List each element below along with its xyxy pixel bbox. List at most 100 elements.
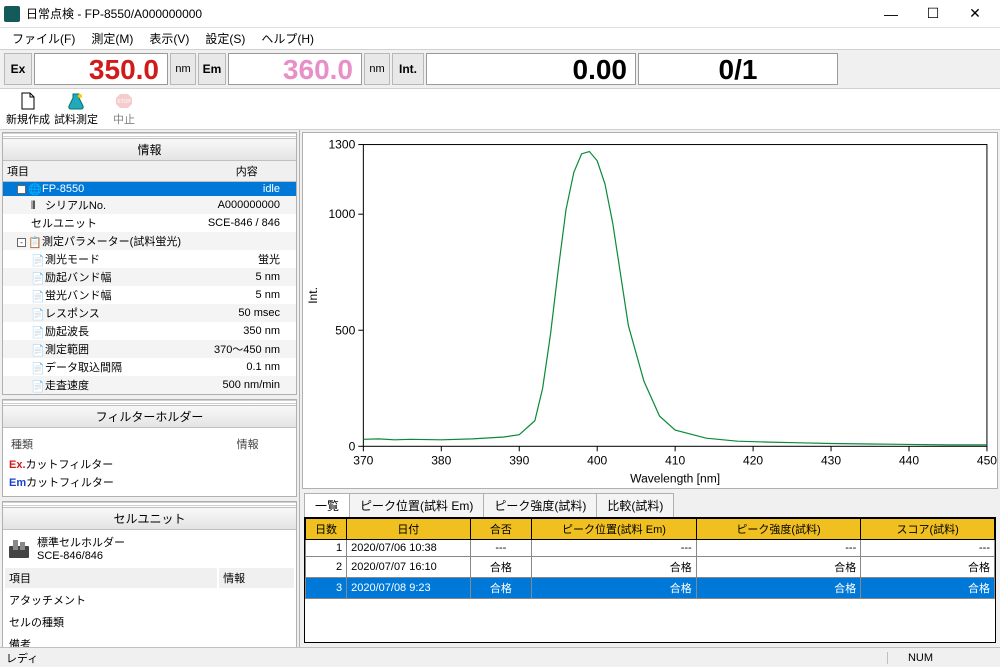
info-row[interactable]: 📄データ取込間隔0.1 nm (3, 358, 296, 376)
maximize-button[interactable]: ☐ (912, 2, 954, 26)
cell-prop-row[interactable]: セルの種類 (5, 612, 294, 632)
filter-col2: 情報 (235, 434, 290, 454)
em-label: Em (198, 53, 226, 85)
info-col2: 内容 (198, 161, 297, 182)
spectrum-chart: 370380390400410420430440450050010001300W… (303, 133, 997, 488)
menu-file[interactable]: ファイル(F) (4, 28, 83, 49)
measure-button[interactable]: 試料測定 (52, 91, 100, 127)
grid-row[interactable]: 12020/07/06 10:38------------ (306, 540, 995, 557)
info-row[interactable]: 📄蛍光バンド幅5 nm (3, 286, 296, 304)
svg-text:400: 400 (587, 453, 607, 467)
cell-model: SCE-846/846 (37, 550, 125, 562)
info-row[interactable]: 📄励起波長350 nm (3, 322, 296, 340)
window-title: 日常点検 - FP-8550/A000000000 (26, 5, 870, 22)
cell-title: セルユニット (3, 508, 296, 530)
svg-text:0: 0 (349, 439, 356, 453)
stop-button: STOP 中止 (100, 91, 148, 127)
grid-header[interactable]: ピーク位置(試料 Em) (532, 519, 697, 540)
svg-text:1000: 1000 (328, 207, 355, 221)
svg-text:380: 380 (431, 453, 451, 467)
cell-name: 標準セルホルダー (37, 534, 125, 550)
em-value: 360.0 (228, 53, 362, 85)
menu-measure[interactable]: 測定(M) (83, 28, 141, 49)
result-grid[interactable]: 日数日付合否ピーク位置(試料 Em)ピーク強度(試料)スコア(試料) 12020… (304, 517, 996, 643)
info-row[interactable]: 📄測光モード蛍光 (3, 250, 296, 268)
filter-ex-row[interactable]: Ex.Ex.カットフィルターカットフィルター (9, 456, 233, 472)
filter-title: フィルターホルダー (3, 406, 296, 428)
info-panel: 情報 項目 内容 -🌐FP-8550idle⫴シリアルNo.A000000000… (2, 132, 297, 395)
tab-list[interactable]: 一覧 (304, 493, 350, 517)
menu-settings[interactable]: 設定(S) (197, 28, 253, 49)
statusbar: レディ NUM (0, 647, 1000, 667)
grid-header[interactable]: 日数 (306, 519, 347, 540)
svg-text:450: 450 (977, 453, 997, 467)
svg-text:Wavelength [nm]: Wavelength [nm] (630, 471, 720, 485)
int-value: 0.00 (426, 53, 636, 85)
toolbar: 新規作成 試料測定 STOP 中止 (0, 88, 1000, 130)
svg-text:420: 420 (743, 453, 763, 467)
info-row[interactable]: 📄励起バンド幅5 nm (3, 268, 296, 286)
new-button[interactable]: 新規作成 (4, 91, 52, 127)
filter-em-row[interactable]: Emカットフィルター (9, 474, 233, 490)
new-label: 新規作成 (6, 111, 50, 127)
filter-col1: 種類 (9, 434, 233, 454)
ex-unit: nm (170, 53, 196, 85)
stop-label: 中止 (113, 111, 135, 127)
tab-compare[interactable]: 比較(試料) (596, 493, 674, 517)
document-icon (19, 92, 37, 110)
svg-text:Int.: Int. (306, 287, 320, 304)
right-column: 370380390400410420430440450050010001300W… (300, 130, 1000, 647)
info-table: 項目 内容 -🌐FP-8550idle⫴シリアルNo.A000000000セルユ… (3, 161, 296, 394)
svg-text:STOP: STOP (117, 99, 131, 105)
tab-peak-pos[interactable]: ピーク位置(試料 Em) (349, 493, 484, 517)
measure-label: 試料測定 (54, 111, 98, 127)
ex-label: Ex (4, 53, 32, 85)
titlebar: 日常点検 - FP-8550/A000000000 — ☐ ✕ (0, 0, 1000, 28)
chart-area[interactable]: 370380390400410420430440450050010001300W… (302, 132, 998, 489)
info-row[interactable]: セルユニットSCE-846 / 846 (3, 214, 296, 232)
menu-help[interactable]: ヘルプ(H) (253, 28, 322, 49)
int-label: Int. (392, 53, 424, 85)
cell-prop-row[interactable]: 備考 (5, 634, 294, 647)
flask-icon (67, 92, 85, 110)
cell-holder-icon (7, 536, 31, 560)
grid-header[interactable]: スコア(試料) (861, 519, 995, 540)
info-title: 情報 (3, 139, 296, 161)
em-unit: nm (364, 53, 390, 85)
cell-col2: 情報 (219, 568, 294, 588)
grid-header[interactable]: ピーク強度(試料) (696, 519, 861, 540)
menu-view[interactable]: 表示(V) (141, 28, 197, 49)
info-row[interactable]: -🌐FP-8550idle (3, 182, 296, 197)
filter-panel: フィルターホルダー 種類 情報 Ex.Ex.カットフィルターカットフィルター E… (2, 399, 297, 497)
info-row[interactable]: 📄レスポンス50 msec (3, 304, 296, 322)
info-row[interactable]: 📄測定範囲370～450 nm (3, 340, 296, 358)
cell-prop-row[interactable]: アタッチメント (5, 590, 294, 610)
status-num: NUM (887, 652, 953, 664)
readout-bar: Ex 350.0 nm Em 360.0 nm Int. 0.00 0/1 (0, 50, 1000, 88)
menubar: ファイル(F) 測定(M) 表示(V) 設定(S) ヘルプ(H) (0, 28, 1000, 50)
info-row[interactable]: 📄走査速度500 nm/min (3, 376, 296, 394)
cell-col1: 項目 (5, 568, 217, 588)
grid-header[interactable]: 日付 (347, 519, 470, 540)
tab-peak-int[interactable]: ピーク強度(試料) (483, 493, 597, 517)
info-row[interactable]: ⫴シリアルNo.A000000000 (3, 196, 296, 214)
svg-text:390: 390 (509, 453, 529, 467)
app-icon (4, 6, 20, 22)
info-row[interactable]: -📋測定パラメーター(試料蛍光) (3, 232, 296, 250)
grid-header[interactable]: 合否 (470, 519, 532, 540)
svg-text:410: 410 (665, 453, 685, 467)
svg-text:1300: 1300 (328, 138, 355, 152)
left-column: 情報 項目 内容 -🌐FP-8550idle⫴シリアルNo.A000000000… (0, 130, 300, 647)
close-button[interactable]: ✕ (954, 2, 996, 26)
grid-row[interactable]: 32020/07/08 9:23合格合格合格合格 (306, 578, 995, 599)
svg-text:370: 370 (353, 453, 373, 467)
minimize-button[interactable]: — (870, 2, 912, 26)
svg-text:500: 500 (335, 323, 355, 337)
status-ready: レディ (6, 650, 38, 666)
ex-value: 350.0 (34, 53, 168, 85)
result-tabs: 一覧 ピーク位置(試料 Em) ピーク強度(試料) 比較(試料) (300, 491, 1000, 517)
cell-props-table: 項目 情報 アタッチメントセルの種類備考 (3, 566, 296, 647)
grid-row[interactable]: 22020/07/07 16:10合格合格合格合格 (306, 557, 995, 578)
info-col1: 項目 (3, 161, 198, 182)
cell-panel: セルユニット 標準セルホルダー SCE-846/846 項目 情報 アタッチメン… (2, 501, 297, 647)
